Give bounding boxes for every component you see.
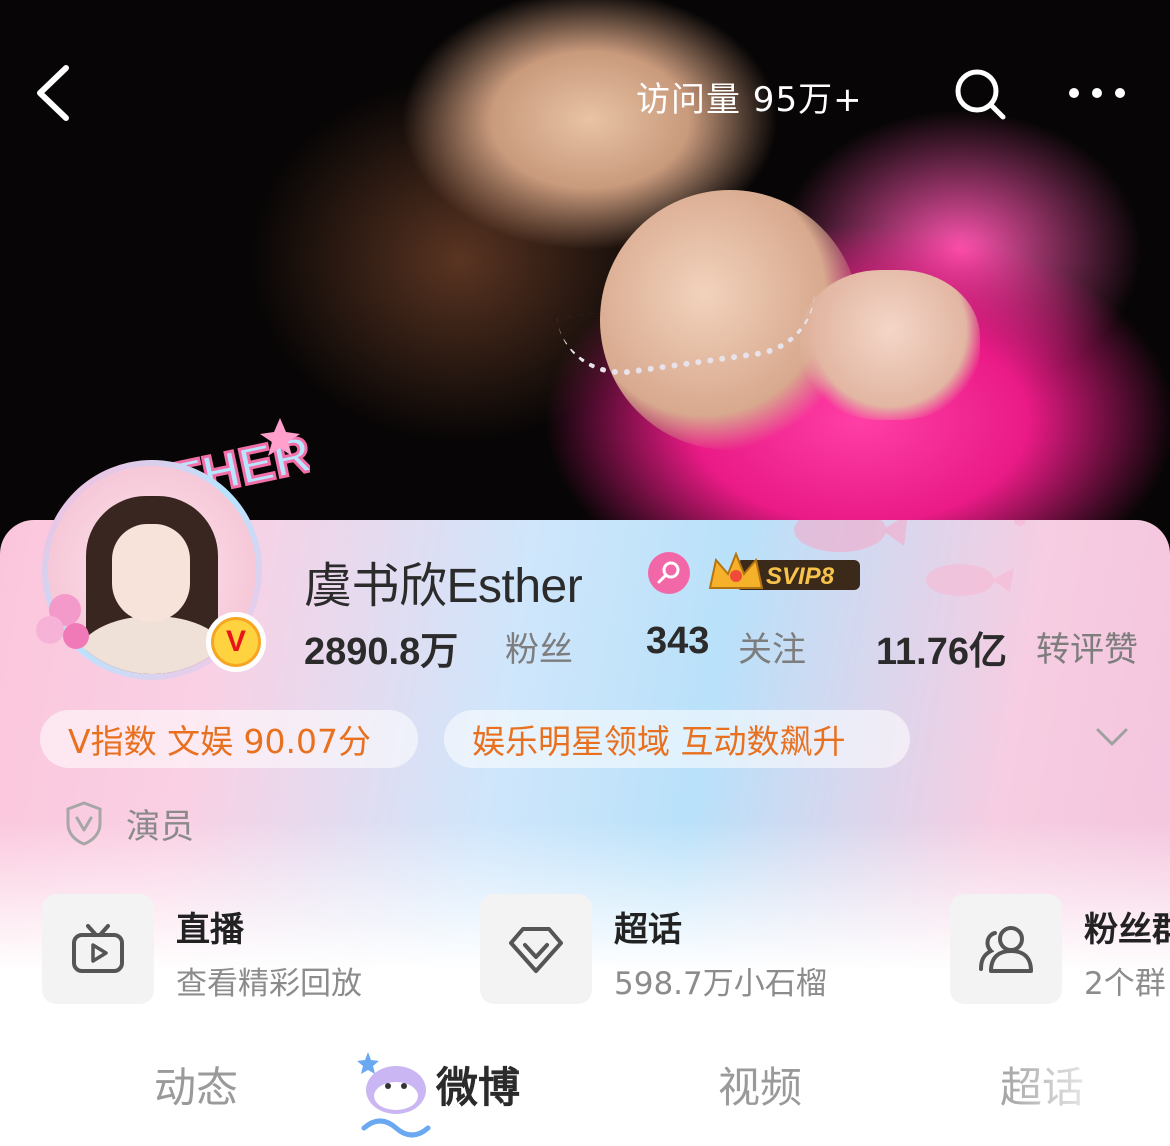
top-nav-bar: 访问量 95万+ xyxy=(0,40,1170,150)
chevron-down-icon[interactable] xyxy=(1094,724,1130,750)
role-text: 演员 xyxy=(126,806,194,847)
feature-live-title: 直播 xyxy=(176,910,244,950)
feature-super-topic-title: 超话 xyxy=(614,910,682,950)
more-dots-icon xyxy=(1069,88,1125,98)
svip-badge[interactable]: SVIP8 xyxy=(706,550,864,596)
domain-rank-chip[interactable]: 娱乐明星领域 互动数飙升 xyxy=(444,710,910,768)
back-button[interactable] xyxy=(30,62,80,124)
cover-photo-hand xyxy=(800,270,980,420)
feature-fan-group[interactable]: 粉丝群 2个群 xyxy=(950,894,1170,1004)
tab-video[interactable]: 视频 xyxy=(718,1054,802,1115)
feature-fan-group-subtitle: 2个群 xyxy=(1084,966,1166,1002)
shield-v-icon xyxy=(66,801,102,846)
more-button[interactable] xyxy=(1066,80,1128,106)
feature-live-subtitle: 查看精彩回放 xyxy=(176,966,362,1002)
profile-role: 演员 xyxy=(64,798,194,848)
feature-live[interactable]: 直播 查看精彩回放 xyxy=(42,894,422,1004)
feature-live-tile xyxy=(42,894,154,1004)
crown-icon: SVIP8 xyxy=(708,551,860,590)
feature-super-topic-tile xyxy=(480,894,592,1004)
tab-super-topic[interactable]: 超话 xyxy=(1000,1054,1084,1115)
fans-label[interactable]: 粉丝 xyxy=(505,622,573,671)
feature-fan-group-title: 粉丝群 xyxy=(1084,910,1170,950)
profile-name: 虞书欣Esther xyxy=(304,560,583,613)
tab-dynamic[interactable]: 动态 xyxy=(154,1054,238,1115)
whale-mascot-icon xyxy=(357,1052,431,1138)
likes-label: 转评赞 xyxy=(1036,630,1138,670)
feature-super-topic-subtitle: 598.7万小石榴 xyxy=(614,966,827,1002)
v-index-chip[interactable]: V指数 文娱 90.07分 xyxy=(40,710,418,768)
profile-tabs: 动态 微博 视频 超话 xyxy=(0,1030,1170,1146)
verified-v-badge: V xyxy=(206,612,266,672)
svg-text:SVIP8: SVIP8 xyxy=(766,563,835,590)
fans-count[interactable]: 2890.8万 xyxy=(304,620,458,675)
users-icon xyxy=(979,926,1033,973)
follow-count[interactable]: 343 xyxy=(646,620,709,663)
search-icon xyxy=(955,69,1006,120)
back-chevron-icon xyxy=(37,65,69,121)
female-gender-icon xyxy=(648,552,690,594)
follow-label[interactable]: 关注 xyxy=(738,622,806,671)
feature-fan-group-tile xyxy=(950,894,1062,1004)
flower-decoration-icon xyxy=(36,594,89,649)
feature-super-topic[interactable]: 超话 598.7万小石榴 xyxy=(480,894,900,1004)
visit-count: 访问量 95万+ xyxy=(636,80,863,120)
tab-weibo[interactable]: 微博 xyxy=(436,1054,520,1115)
diamond-icon xyxy=(509,927,563,973)
likes-count: 11.76亿 xyxy=(876,631,1007,673)
search-button[interactable] xyxy=(952,66,1008,122)
tv-icon xyxy=(72,924,124,973)
